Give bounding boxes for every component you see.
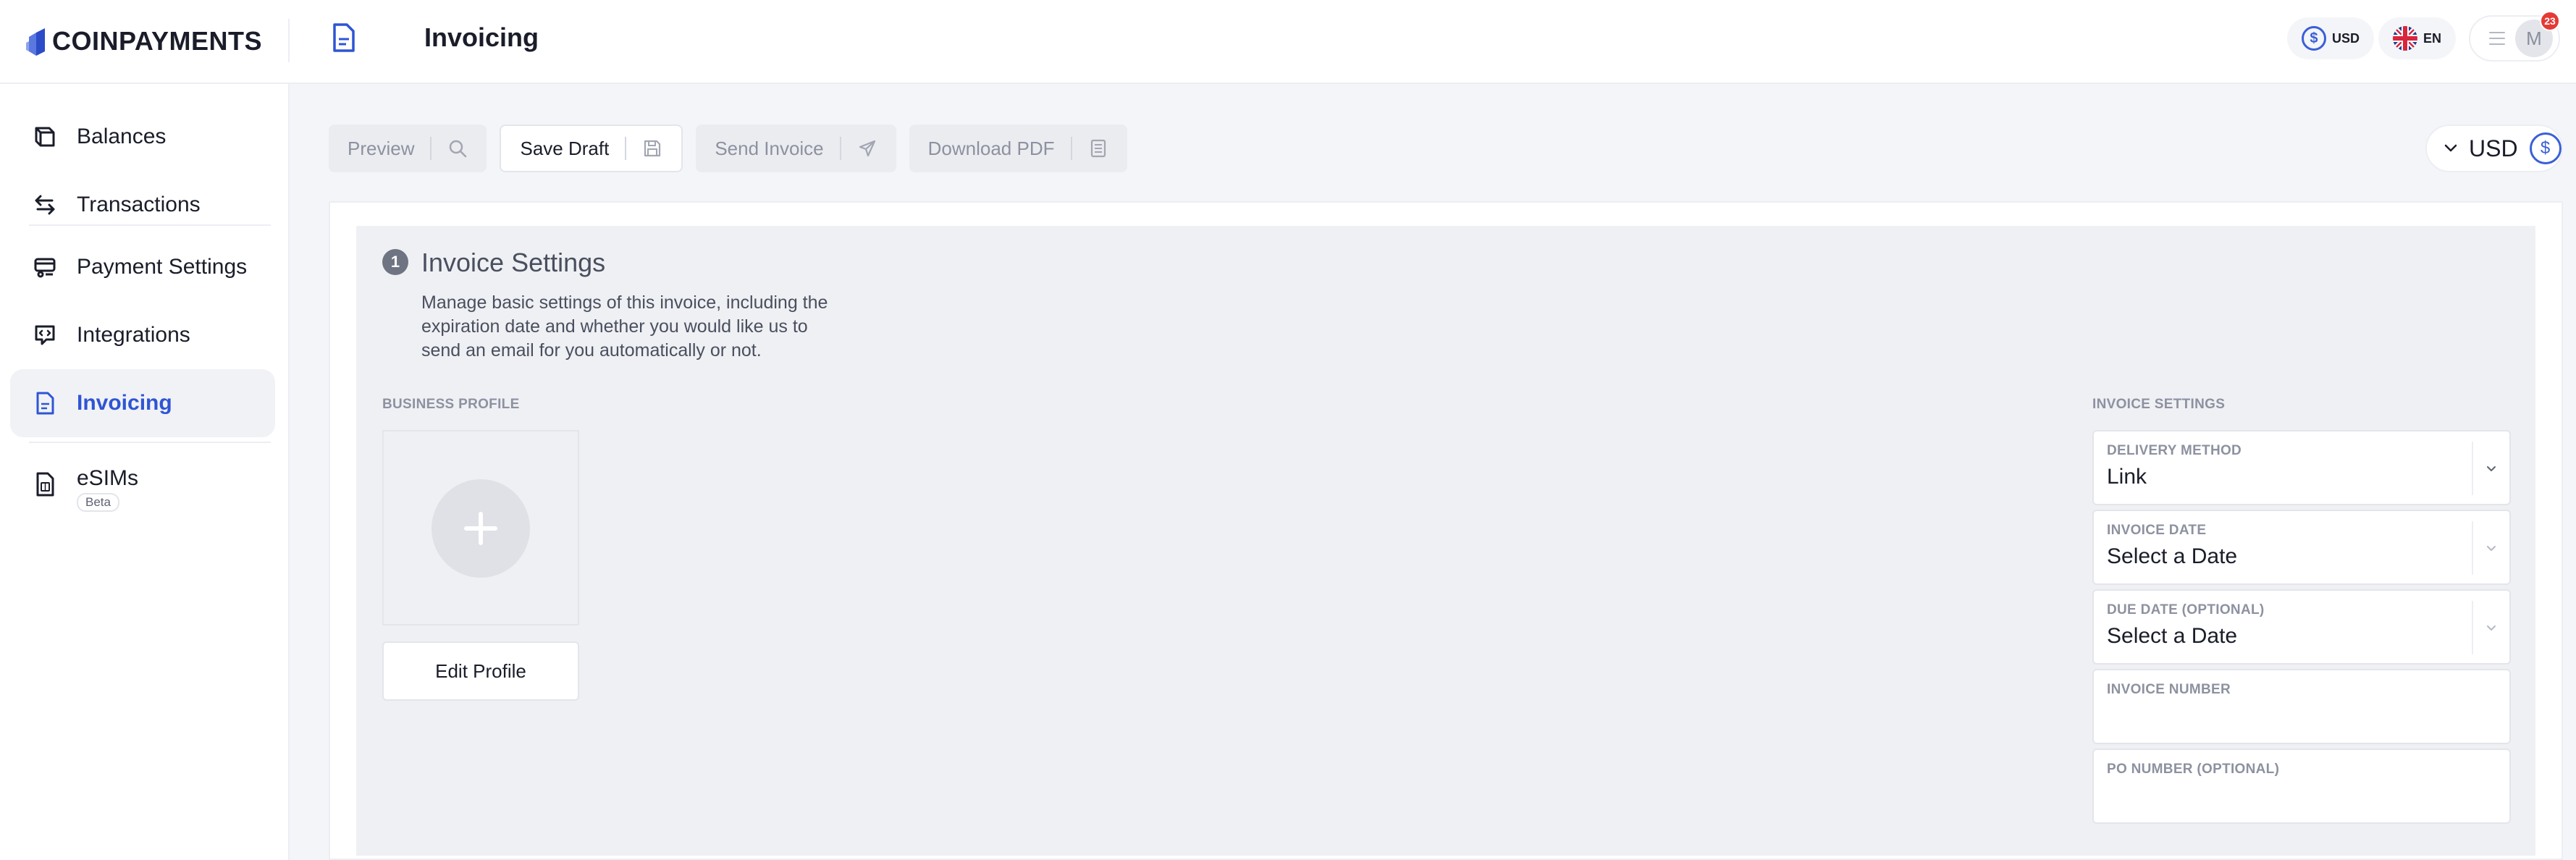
payment-settings-icon	[30, 253, 59, 282]
document-icon	[1090, 139, 1106, 158]
language-code: EN	[2423, 30, 2441, 46]
chevron-down-icon	[2487, 625, 2496, 631]
invoice-currency-select[interactable]: USD $	[2425, 125, 2563, 172]
sidebar-item-label: Payment Settings	[77, 255, 248, 279]
invoice-date-picker[interactable]: INVOICE DATE Select a Date	[2092, 510, 2511, 585]
section-title: Invoice Settings	[421, 248, 606, 277]
header-controls: $ USD EN M 23	[2283, 11, 2560, 62]
invoice-icon	[30, 389, 59, 418]
coinpayments-logo-icon	[26, 28, 45, 56]
field-label: INVOICE NUMBER	[2107, 682, 2231, 697]
button-divider	[430, 137, 432, 160]
beta-badge: Beta	[77, 493, 119, 512]
business-logo-upload[interactable]	[382, 430, 579, 625]
send-invoice-button[interactable]: Send Invoice	[696, 125, 896, 172]
sidebar-item-label: Integrations	[77, 323, 190, 347]
field-label: INVOICE DATE	[2107, 523, 2207, 538]
search-icon	[450, 140, 467, 158]
field-label: DELIVERY METHOD	[2107, 443, 2242, 458]
save-draft-button[interactable]: Save Draft	[500, 125, 683, 172]
page-title: Invoicing	[424, 22, 539, 52]
chevron-down-icon	[2444, 144, 2457, 152]
sidebar-divider	[29, 224, 271, 226]
plus-icon	[432, 479, 530, 578]
button-divider	[625, 137, 627, 160]
dollar-coin-icon: $	[2529, 132, 2562, 164]
uk-flag-icon	[2392, 26, 2417, 51]
po-number-field[interactable]: PO NUMBER (OPTIONAL)	[2092, 749, 2511, 824]
preview-button[interactable]: Preview	[329, 125, 487, 172]
header-divider	[288, 19, 290, 62]
sidebar-item-payment-settings[interactable]: Payment Settings	[10, 233, 275, 301]
field-divider	[2472, 521, 2473, 575]
sidebar-item-invoicing[interactable]: Invoicing	[10, 369, 275, 437]
integrations-icon	[30, 321, 59, 350]
user-menu[interactable]: M 23	[2469, 11, 2560, 62]
top-bar: COINPAYMENTS Invoicing $ USD EN M 23	[0, 0, 2576, 84]
field-value: Select a Date	[2107, 544, 2238, 568]
button-divider	[1070, 137, 1072, 160]
currency-switcher[interactable]: $ USD	[2286, 17, 2374, 59]
floppy-disk-icon	[644, 140, 661, 157]
invoice-number-field[interactable]: INVOICE NUMBER	[2092, 669, 2511, 744]
download-pdf-button[interactable]: Download PDF	[909, 125, 1127, 172]
field-divider	[2472, 442, 2473, 495]
sidebar: Balances Transactions Payment Settings I…	[0, 84, 290, 860]
brand-name: COINPAYMENTS	[52, 26, 263, 56]
sidebar-divider	[29, 442, 271, 443]
button-divider	[839, 137, 841, 160]
field-value: Select a Date	[2107, 624, 2238, 648]
sidebar-item-esims[interactable]: eSIMs Beta	[10, 450, 275, 518]
wallet-icon	[30, 122, 59, 151]
chevron-down-icon	[2487, 466, 2496, 471]
field-label: PO NUMBER (OPTIONAL)	[2107, 762, 2280, 777]
field-value: Link	[2107, 465, 2147, 489]
due-date-picker[interactable]: DUE DATE (OPTIONAL) Select a Date	[2092, 589, 2511, 665]
invoice-settings-section: 1 Invoice Settings Manage basic settings…	[356, 226, 2535, 856]
save-draft-label: Save Draft	[520, 137, 610, 159]
delivery-method-select[interactable]: DELIVERY METHOD Link	[2092, 430, 2511, 505]
invoice-toolbar: Preview Save Draft Send Invoice Download…	[329, 125, 1140, 172]
download-pdf-label: Download PDF	[927, 137, 1055, 159]
edit-profile-button[interactable]: Edit Profile	[382, 641, 579, 701]
step-number: 1	[382, 249, 408, 275]
arrows-icon	[30, 190, 59, 219]
sidebar-item-integrations[interactable]: Integrations	[10, 301, 275, 369]
currency-select-label: USD	[2469, 135, 2518, 161]
sidebar-item-label: Invoicing	[77, 391, 172, 415]
chevron-down-icon	[2487, 546, 2496, 551]
invoice-settings-label: INVOICE SETTINGS	[2092, 397, 2226, 412]
language-switcher[interactable]: EN	[2378, 17, 2456, 59]
brand-logo[interactable]: COINPAYMENTS	[26, 22, 262, 61]
invoice-icon	[333, 23, 355, 52]
send-invoice-label: Send Invoice	[715, 137, 824, 159]
field-divider	[2472, 601, 2473, 654]
field-label: DUE DATE (OPTIONAL)	[2107, 602, 2265, 617]
sidebar-item-balances[interactable]: Balances	[10, 103, 275, 171]
business-profile-label: BUSINESS PROFILE	[382, 397, 520, 412]
notification-badge: 23	[2540, 11, 2560, 31]
paper-plane-icon	[859, 140, 875, 157]
section-description: Manage basic settings of this invoice, i…	[421, 292, 828, 361]
currency-code: USD	[2331, 30, 2360, 46]
sidebar-item-label: eSIMs	[77, 466, 139, 490]
invoice-card: 1 Invoice Settings Manage basic settings…	[329, 201, 2563, 860]
sidebar-item-label: Balances	[77, 125, 167, 148]
preview-label: Preview	[348, 137, 415, 159]
menu-icon	[2489, 32, 2505, 45]
sim-icon	[30, 470, 59, 499]
sidebar-item-label: Transactions	[77, 193, 201, 216]
sidebar-item-transactions[interactable]: Transactions	[10, 171, 275, 239]
dollar-coin-icon: $	[2301, 26, 2326, 51]
